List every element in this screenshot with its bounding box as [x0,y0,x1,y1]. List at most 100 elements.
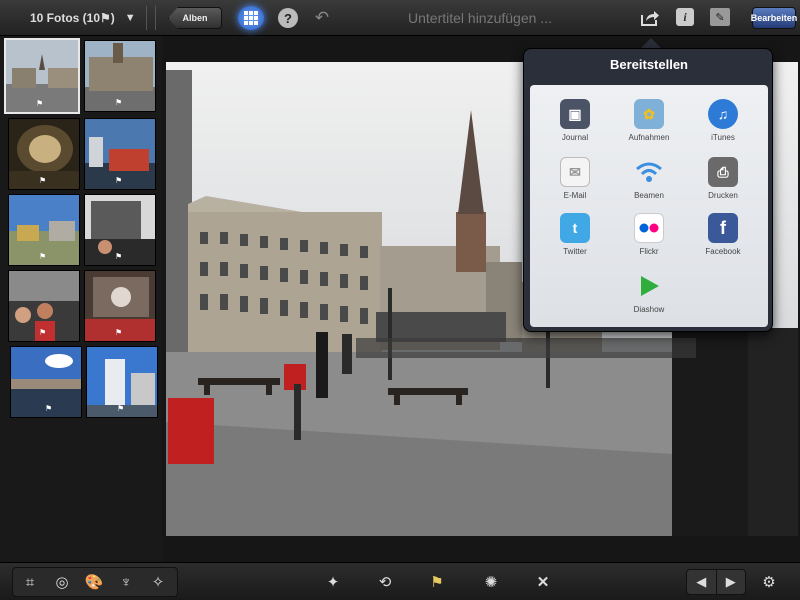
share-facebook-button[interactable]: f Facebook [690,213,756,263]
flag-icon: ⚑ [115,252,123,261]
magic-wand-icon: ✦ [326,574,340,591]
aperture-icon: ◎ [55,574,69,591]
favorite-button[interactable]: ✺ [480,572,502,592]
arrow-left-icon: ◀ [696,574,707,589]
info-button[interactable]: i [676,8,694,26]
share-label: Twitter [563,247,587,256]
flag-button[interactable]: ⚑ [426,572,448,592]
share-journal-button[interactable]: ▣ Journal [542,99,608,149]
info-icon: i [683,9,687,24]
hide-button[interactable]: ✕ [532,572,554,592]
thumbnail-grid: ⚑ ⚑ ⚑ ⚑ ⚑ ⚑ ⚑ ⚑ ⚑ ⚑ [0,36,162,562]
share-label: Beamen [634,191,664,200]
help-icon: ? [284,10,292,26]
albums-back-label: Alben [182,13,208,23]
share-email-button[interactable]: ✉ E-Mail [542,157,608,207]
thumbnail-3[interactable]: ⚑ [8,118,80,190]
share-label: Drucken [708,191,738,200]
grid-view-button[interactable] [238,6,264,30]
grid-icon [244,11,258,25]
flag-icon: ⚑ [117,404,125,413]
share-label: Journal [561,133,589,142]
crop-button[interactable]: ⌗ [19,572,41,592]
flag-icon: ⚑ [39,176,47,185]
top-toolbar: 10 Fotos (10⚑) ▼ Alben ? ↶ Untertitel hi… [0,0,800,36]
share-diashow-button[interactable]: Diashow [616,271,682,321]
share-aufnahmen-button[interactable]: ✿ Aufnahmen [616,99,682,149]
pencil-icon: ✎ [715,11,725,24]
effects-button[interactable]: ✧ [147,572,169,592]
facebook-icon: f [708,213,738,243]
flickr-icon [634,213,664,243]
flag-icon: ⚑ [39,328,47,337]
share-flickr-button[interactable]: Flickr [616,213,682,263]
auto-enhance-button[interactable]: ✦ [322,572,344,592]
color-button[interactable]: 🎨 [83,572,105,592]
thumbnail-5[interactable]: ⚑ [8,194,80,266]
share-popover: Bereitstellen ▣ Journal ✿ Aufnahmen ♫ iT… [523,48,773,332]
brushes-icon: ♆ [120,573,132,591]
next-photo-button[interactable]: ▶ [717,570,746,594]
photo-navigation: ◀ ▶ [686,569,746,595]
share-button[interactable] [638,8,662,28]
close-icon: ✕ [536,574,550,591]
bottom-toolbar: ⌗ ◎ 🎨 ♆ ✧ ✦ ⟲ ⚑ ✺ ✕ ◀ ▶ ⚙ [0,562,800,600]
thumbnail-8[interactable]: ⚑ [84,270,156,342]
flag-icon: ⚑ [39,252,47,261]
rotate-button[interactable]: ⟲ [374,572,396,592]
sidebar-resize-handle[interactable] [146,6,156,30]
share-twitter-button[interactable]: t Twitter [542,213,608,263]
thumbnail-1[interactable]: ⚑ [4,38,80,114]
sparkle-icon: ✧ [151,574,165,591]
palette-icon: 🎨 [84,574,104,591]
undo-icon: ↶ [314,8,330,27]
arrow-right-icon: ▶ [725,574,736,589]
share-print-button[interactable]: ⎙ Drucken [690,157,756,207]
printer-icon: ⎙ [708,157,738,187]
undo-button[interactable]: ↶ [310,8,334,28]
flag-icon: ⚑ [115,328,123,337]
share-label: Flickr [639,247,659,256]
album-menu-button[interactable]: 10 Fotos (10⚑) ▼ [8,6,143,30]
app-window: 10 Fotos (10⚑) ▼ Alben ? ↶ Untertitel hi… [0,0,800,600]
share-label: Facebook [705,247,741,256]
albums-back-button[interactable]: Alben [168,7,222,29]
thumbnail-9[interactable]: ⚑ [10,346,82,418]
share-itunes-button[interactable]: ♫ iTunes [690,99,756,149]
share-label: E-Mail [563,191,587,200]
settings-button[interactable]: ⚙ [758,572,780,592]
chevron-down-icon: ▼ [124,12,136,24]
edit-tools-group: ⌗ ◎ 🎨 ♆ ✧ [12,567,178,597]
gear-icon: ⚙ [762,574,776,591]
journal-icon: ▣ [560,99,590,129]
popover-title: Bereitstellen [609,57,689,72]
share-options-panel: ▣ Journal ✿ Aufnahmen ♫ iTunes ✉ E-Mail … [530,85,768,327]
share-beamen-button[interactable]: Beamen [616,157,682,207]
share-label: Aufnahmen [628,133,670,142]
thumbnail-2[interactable]: ⚑ [84,40,156,112]
badge-icon: ✺ [484,574,498,591]
exposure-button[interactable]: ◎ [51,572,73,592]
wifi-icon [634,157,664,187]
share-label: iTunes [711,133,735,142]
help-button[interactable]: ? [278,8,298,28]
mail-icon: ✉ [560,157,590,187]
thumbnail-7[interactable]: ⚑ [8,270,80,342]
rotate-icon: ⟲ [378,574,392,591]
itunes-icon: ♫ [708,99,738,129]
flag-icon: ⚑ [45,404,53,413]
previous-photo-button[interactable]: ◀ [687,570,717,594]
flag-icon: ⚑ [430,574,444,591]
thumbnail-10[interactable]: ⚑ [86,346,158,418]
edit-button[interactable]: Bearbeiten [751,7,797,29]
caption-field[interactable]: Untertitel hinzufügen ... [370,8,590,28]
share-label: Diashow [633,305,665,314]
brushes-button[interactable]: ♆ [115,572,137,592]
thumbnail-6[interactable]: ⚑ [84,194,156,266]
thumbnail-4[interactable]: ⚑ [84,118,156,190]
share-icon [641,11,659,26]
journal-button[interactable]: ✎ [710,8,730,26]
sunflower-icon: ✿ [634,99,664,129]
twitter-icon: t [560,213,590,243]
flag-icon: ⚑ [115,176,123,185]
